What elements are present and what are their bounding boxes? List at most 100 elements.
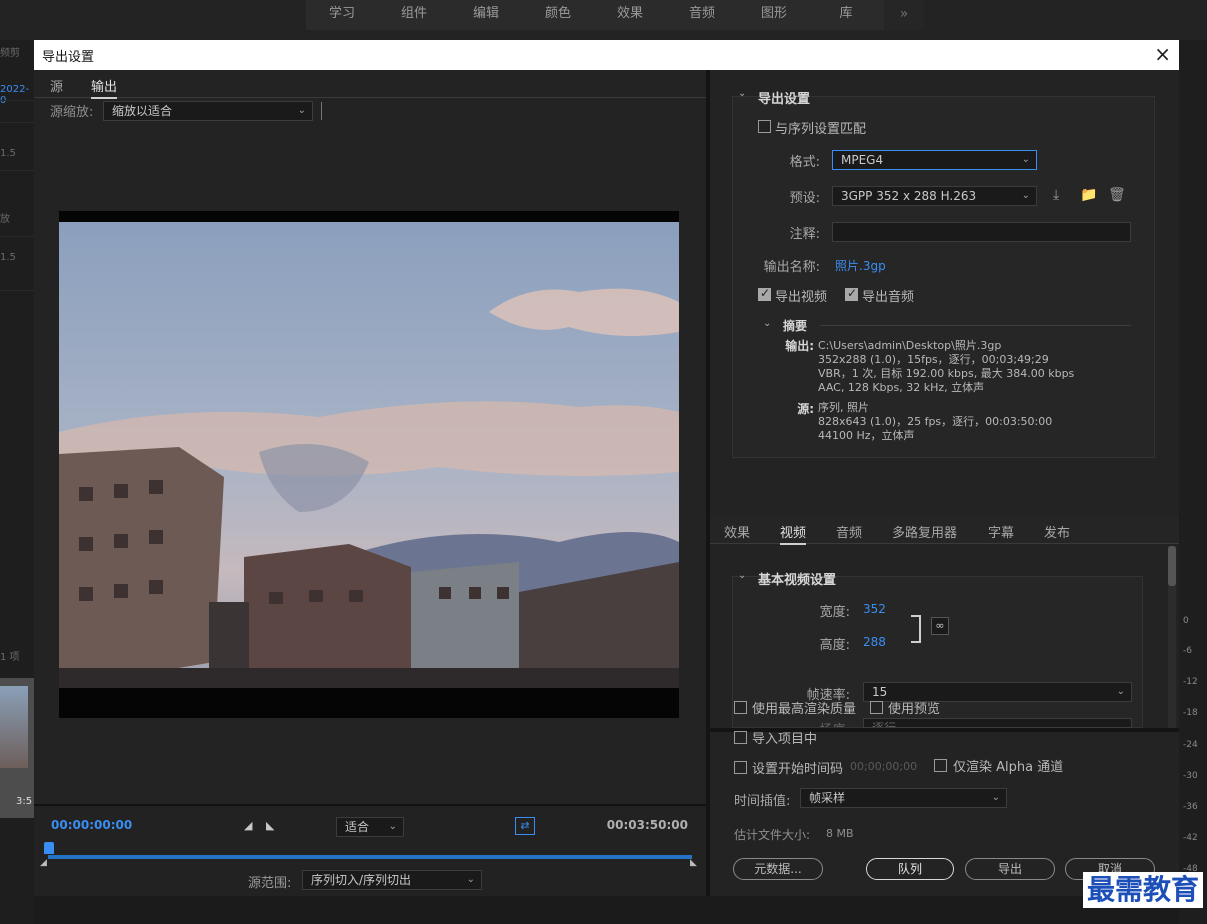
start-timecode-value[interactable]: 00;00;00;00 xyxy=(850,760,917,773)
match-sequence-label: 与序列设置匹配 xyxy=(775,122,867,137)
alpha-only-checkbox[interactable] xyxy=(934,759,947,772)
collapse-chevron-icon[interactable]: ⌄ xyxy=(738,88,746,99)
export-audio-label: 导出音频 xyxy=(862,290,915,305)
tab-output[interactable]: 输出 xyxy=(91,76,118,99)
field-order-value: 逐行 xyxy=(872,721,897,728)
bg-clip-image xyxy=(0,686,28,768)
tab-effects[interactable]: 效果 xyxy=(724,522,750,541)
time-interpolation-dropdown[interactable]: 帧采样 ⌄ xyxy=(800,788,1007,808)
export-video-label: 导出视频 xyxy=(775,290,828,305)
workspace-tab-audio[interactable]: 音频 xyxy=(666,0,738,30)
set-start-timecode-checkbox[interactable] xyxy=(734,761,747,774)
fit-value: 适合 xyxy=(345,820,370,834)
meter-label: -36 xyxy=(1183,802,1198,812)
use-preview-checkbox[interactable] xyxy=(870,701,883,714)
workspace-tab-assembly[interactable]: 组件 xyxy=(378,0,450,30)
timecode-end[interactable]: 00:03:50:00 xyxy=(607,818,688,832)
source-scale-dropdown[interactable]: 缩放以适合 ⌄ xyxy=(103,101,313,121)
preset-dropdown[interactable]: 3GPP 352 x 288 H.263 ⌄ xyxy=(832,186,1037,206)
workspace-tabs: 学习 组件 编辑 颜色 效果 音频 图形 库 xyxy=(306,0,884,30)
workspace-tab-libraries[interactable]: 库 xyxy=(810,0,882,30)
comment-label: 注释: xyxy=(789,227,820,242)
settings-scrollbar-thumb[interactable] xyxy=(1168,546,1176,586)
save-preset-icon[interactable]: ⤓ xyxy=(1053,187,1059,203)
dialog-titlebar: 导出设置 × xyxy=(34,40,1179,70)
meter-label: -24 xyxy=(1183,740,1198,750)
max-render-checkbox[interactable] xyxy=(734,701,747,714)
fit-dropdown[interactable]: 适合 ⌄ xyxy=(336,817,404,837)
set-start-timecode-label: 设置开始时间码 xyxy=(752,762,844,777)
tab-publish[interactable]: 发布 xyxy=(1044,522,1070,541)
aspect-toggle-icon[interactable]: ⇄ xyxy=(515,817,535,835)
summary-source-line: 828x643 (1.0)，25 fps，逐行，00:03:50:00 xyxy=(818,415,1053,428)
delete-preset-icon[interactable]: 🗑 xyxy=(1108,187,1126,203)
import-project-checkbox[interactable] xyxy=(734,731,747,744)
source-range-dropdown[interactable]: 序列切入/序列切出 ⌄ xyxy=(302,870,482,890)
close-icon[interactable]: × xyxy=(1154,42,1171,66)
workspace-tab-learn[interactable]: 学习 xyxy=(306,0,378,30)
tab-multiplexer[interactable]: 多路复用器 xyxy=(892,522,957,541)
queue-button[interactable]: 队列 xyxy=(866,858,954,880)
background-audio-meter: 0 -6 -12 -18 -24 -30 -36 -42 -48 xyxy=(1179,40,1207,924)
comment-input[interactable] xyxy=(832,222,1131,242)
preview-tabs: 源 输出 xyxy=(34,70,706,99)
workspace-more-icon[interactable]: » xyxy=(884,0,924,30)
bg-divider xyxy=(0,170,34,171)
premiere-window: 学习 组件 编辑 颜色 效果 音频 图形 库 » 频剪 2022-0 1.5 放… xyxy=(0,0,1207,924)
framerate-value: 15 xyxy=(872,685,888,699)
mark-in-icon[interactable]: ◢ xyxy=(244,819,252,832)
export-settings-title: 导出设置 xyxy=(758,92,811,107)
link-dimensions-icon[interactable]: ∞ xyxy=(931,617,949,635)
basic-video-title: 基本视频设置 xyxy=(758,573,837,588)
field-order-dropdown[interactable]: 逐行 xyxy=(863,718,1132,728)
meter-label: -30 xyxy=(1183,771,1198,781)
in-point-icon[interactable]: ◢ xyxy=(40,858,47,868)
out-point-icon[interactable]: ◣ xyxy=(690,858,697,868)
meter-label: -12 xyxy=(1183,677,1198,687)
collapse-chevron-icon[interactable]: ⌄ xyxy=(738,570,746,581)
chevron-down-icon: ⌄ xyxy=(388,821,397,832)
match-sequence-checkbox[interactable] xyxy=(758,120,771,133)
mark-out-icon[interactable]: ◣ xyxy=(266,819,274,832)
workspace-tab-color[interactable]: 颜色 xyxy=(522,0,594,30)
tab-video[interactable]: 视频 xyxy=(780,522,807,545)
timecode-start[interactable]: 00:00:00:00 xyxy=(51,818,132,832)
export-button[interactable]: 导出 xyxy=(965,858,1055,880)
tab-audio[interactable]: 音频 xyxy=(836,522,862,541)
dialog-title: 导出设置 xyxy=(42,50,95,65)
source-scale-label: 源缩放: xyxy=(50,105,94,120)
chevron-down-icon: ⌄ xyxy=(1021,154,1030,165)
width-label: 宽度: xyxy=(819,605,850,620)
summary-output-line: VBR，1 次, 目标 192.00 kbps, 最大 384.00 kbps xyxy=(818,367,1075,380)
import-project-label: 导入项目中 xyxy=(752,732,818,747)
preset-label: 预设: xyxy=(789,191,820,206)
export-audio-checkbox[interactable] xyxy=(845,286,858,301)
workspace-tab-graphics[interactable]: 图形 xyxy=(738,0,810,30)
watermark-logo: 最需教育 xyxy=(1083,872,1204,908)
height-value[interactable]: 288 xyxy=(863,635,886,649)
summary-output-line: AAC, 128 Kbps, 32 kHz, 立体声 xyxy=(818,381,985,394)
source-range-label: 源范围: xyxy=(248,876,292,891)
time-interpolation-value: 帧采样 xyxy=(809,791,846,805)
chevron-down-icon: ⌄ xyxy=(1116,686,1125,697)
workspace-tab-editing[interactable]: 编辑 xyxy=(450,0,522,30)
output-name-link[interactable]: 照片.3gp xyxy=(835,257,886,274)
collapse-chevron-icon[interactable]: ⌄ xyxy=(763,318,771,329)
tab-source[interactable]: 源 xyxy=(50,76,63,95)
format-dropdown[interactable]: MPEG4 ⌄ xyxy=(832,150,1037,170)
import-preset-icon[interactable]: 📁 xyxy=(1080,187,1097,203)
chevron-down-icon: ⌄ xyxy=(466,874,475,885)
tab-captions[interactable]: 字幕 xyxy=(988,522,1014,541)
file-size-label: 估计文件大小: xyxy=(734,828,811,842)
playhead-handle[interactable] xyxy=(44,842,54,854)
metadata-button[interactable]: 元数据... xyxy=(733,858,823,880)
bg-text: 2022-0 xyxy=(0,84,30,106)
export-video-checkbox[interactable] xyxy=(758,286,771,301)
video-preview xyxy=(59,211,679,718)
timeline-track[interactable] xyxy=(48,855,692,859)
bg-divider xyxy=(0,290,34,291)
settings-pane: ⌄ 导出设置 与序列设置匹配 格式: MPEG4 ⌄ 预设: 3GPP 352 … xyxy=(710,70,1179,896)
summary-source: 序列, 照片 828x643 (1.0)，25 fps，逐行，00:03:50:… xyxy=(818,401,1052,443)
workspace-tab-effects[interactable]: 效果 xyxy=(594,0,666,30)
width-value[interactable]: 352 xyxy=(863,602,886,616)
